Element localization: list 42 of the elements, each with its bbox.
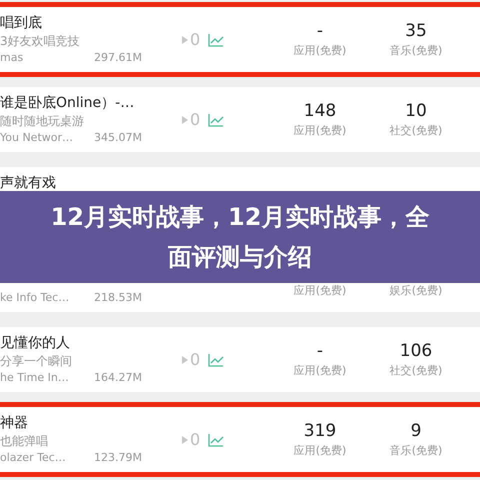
app-name: 声就有戏 xyxy=(0,174,57,192)
rank-value: 35 xyxy=(405,21,427,41)
app-size: 123.79M xyxy=(94,450,142,465)
rank-change: 0 xyxy=(190,30,200,49)
app-size: 164.27M xyxy=(94,370,142,385)
app-size: 345.07M xyxy=(94,130,142,145)
rank-category: 应用(免费) xyxy=(294,283,346,298)
developer-name: he Time In… xyxy=(0,370,69,385)
banner-title: 12月实时战事，12月实时战事，全面评测与介绍 xyxy=(50,202,430,273)
rank-change: 0 xyxy=(190,350,200,369)
rank-value: 319 xyxy=(304,421,336,441)
app-name: 谁是卧底Online）-… xyxy=(0,94,136,112)
rank-category: 应用(免费) xyxy=(294,443,346,458)
rank-category: 娱乐(免费) xyxy=(390,283,442,298)
rank-value: 9 xyxy=(410,421,422,441)
developer-name: olazer Tec… xyxy=(0,450,66,465)
rank-category: 社交(免费) xyxy=(390,123,442,138)
rank-value: - xyxy=(316,21,324,41)
developer-name: You Networ… xyxy=(0,130,74,145)
developer-name: mas xyxy=(0,50,24,65)
rank-category: 社交(免费) xyxy=(390,363,442,378)
app-name: 唱到底 xyxy=(0,14,43,32)
app-description: 也能弹唱 xyxy=(0,433,49,449)
rank-category: 应用(免费) xyxy=(294,123,346,138)
rank-category: 音乐(免费) xyxy=(390,443,442,458)
rank-value: 106 xyxy=(400,341,432,361)
rank-value: - xyxy=(316,341,324,361)
app-size: 297.61M xyxy=(94,50,142,65)
app-description: 3好友欢唱竞技 xyxy=(0,33,81,49)
rank-change: 0 xyxy=(190,110,200,129)
rank-category: 音乐(免费) xyxy=(390,43,442,58)
app-description: 随时随地玩桌游 xyxy=(0,113,85,129)
developer-name: ke Info Tec… xyxy=(0,290,70,305)
rank-category: 应用(免费) xyxy=(294,43,346,58)
app-name: 神器 xyxy=(0,414,29,432)
rank-value: 10 xyxy=(405,101,427,121)
rank-change: 0 xyxy=(190,430,200,449)
app-name: 见懂你的人 xyxy=(0,334,71,352)
app-size: 218.53M xyxy=(94,290,142,305)
app-description: 分享一个瞬间 xyxy=(0,353,73,369)
rank-value: 148 xyxy=(304,101,336,121)
rank-category: 应用(免费) xyxy=(294,363,346,378)
